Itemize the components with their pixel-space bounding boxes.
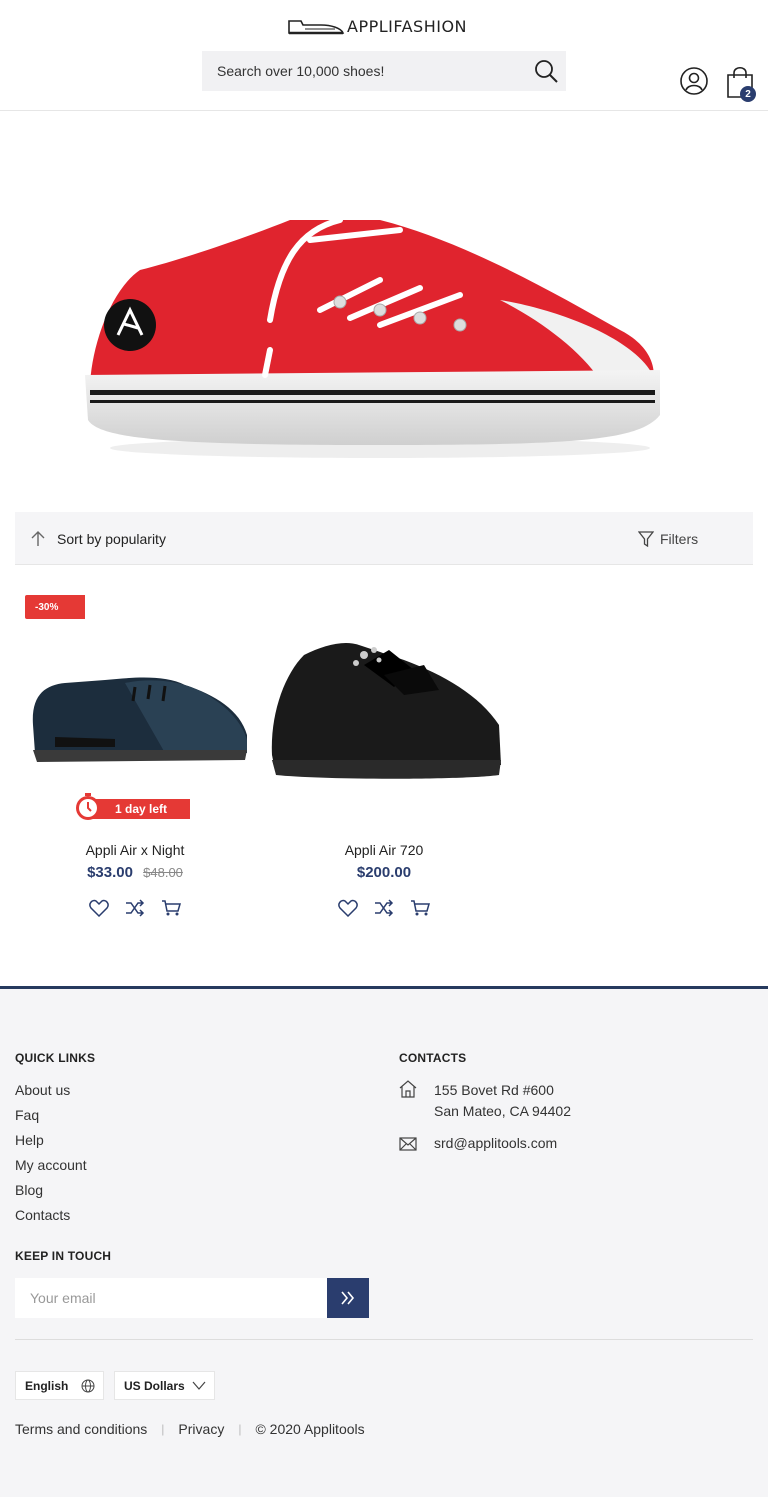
footer-link-contacts[interactable]: Contacts xyxy=(15,1207,87,1232)
countdown-timer: 1 day left xyxy=(75,792,190,820)
currency-selector[interactable]: US Dollars xyxy=(114,1371,215,1400)
language-selector[interactable]: English xyxy=(15,1371,104,1400)
shuffle-icon xyxy=(375,899,394,917)
old-price: $48.00 xyxy=(143,865,183,880)
compare-button[interactable] xyxy=(125,898,145,918)
product-card[interactable]: -30% 1 day left Appli Air x Night $33.00… xyxy=(15,590,255,930)
quick-links-list: About us Faq Help My account Blog Contac… xyxy=(15,1082,87,1232)
contacts-title: CONTACTS xyxy=(399,1051,467,1065)
add-to-wishlist-button[interactable] xyxy=(338,898,358,918)
chevron-down-icon xyxy=(192,1381,206,1390)
sort-arrow-up-icon xyxy=(31,530,45,546)
logo[interactable]: APPLIFASHION xyxy=(287,14,481,38)
address: 155 Bovet Rd #600 San Mateo, CA 94402 xyxy=(399,1080,571,1122)
cart-count-badge: 2 xyxy=(740,86,756,102)
currency-label: US Dollars xyxy=(124,1378,185,1393)
footer-link-help[interactable]: Help xyxy=(15,1132,87,1157)
product-name[interactable]: Appli Air 720 xyxy=(264,842,504,858)
globe-icon xyxy=(81,1379,95,1393)
countdown-label: 1 day left xyxy=(88,799,190,819)
site-header: APPLIFASHION 2 xyxy=(0,0,768,111)
cart-add-icon xyxy=(411,900,430,916)
discount-badge: -30% xyxy=(25,595,85,619)
shoe-logo-icon xyxy=(288,20,345,35)
double-chevron-right-icon xyxy=(341,1291,355,1305)
search-icon xyxy=(535,60,558,83)
newsletter-form xyxy=(15,1278,369,1318)
product-image-appli-air-720[interactable] xyxy=(264,615,504,805)
footer-link-about-us[interactable]: About us xyxy=(15,1082,87,1107)
filters-button[interactable]: Filters xyxy=(638,512,698,565)
stopwatch-icon xyxy=(76,793,100,820)
filter-funnel-icon xyxy=(638,530,654,547)
add-to-cart-button[interactable] xyxy=(410,898,430,918)
user-icon[interactable] xyxy=(679,66,709,96)
current-price: $200.00 xyxy=(356,864,412,881)
search-button[interactable] xyxy=(526,51,566,91)
add-to-cart-button[interactable] xyxy=(161,898,181,918)
product-name[interactable]: Appli Air x Night xyxy=(15,842,255,858)
sort-filter-bar: Sort by popularity Filters xyxy=(15,512,753,565)
contact-email[interactable]: srd@applitools.com xyxy=(434,1133,557,1154)
compare-button[interactable] xyxy=(374,898,394,918)
home-icon xyxy=(399,1080,417,1098)
add-to-wishlist-button[interactable] xyxy=(89,898,109,918)
footer-divider xyxy=(15,1339,753,1340)
email-contact: srd@applitools.com xyxy=(399,1135,557,1154)
newsletter-email-input[interactable] xyxy=(15,1278,327,1318)
separator: | xyxy=(161,1422,165,1436)
subscribe-button[interactable] xyxy=(327,1278,369,1318)
logo-text: APPLIFASHION xyxy=(347,16,468,36)
sort-dropdown[interactable]: Sort by popularity xyxy=(31,512,166,565)
current-price: $33.00 xyxy=(87,864,133,881)
search-bar xyxy=(202,51,566,91)
copyright: © 2020 Applitools xyxy=(255,1421,365,1437)
address-line-2: San Mateo, CA 94402 xyxy=(434,1103,571,1119)
sort-label: Sort by popularity xyxy=(57,530,166,547)
address-line-1: 155 Bovet Rd #600 xyxy=(434,1082,554,1098)
envelope-icon xyxy=(399,1137,417,1151)
product-price: $33.00 $48.00 xyxy=(15,864,255,881)
product-actions xyxy=(15,898,255,918)
separator: | xyxy=(238,1422,242,1436)
footer-link-blog[interactable]: Blog xyxy=(15,1182,87,1207)
keep-in-touch-title: KEEP IN TOUCH xyxy=(15,1249,112,1263)
terms-link[interactable]: Terms and conditions xyxy=(15,1421,147,1437)
footer-link-my-account[interactable]: My account xyxy=(15,1157,87,1182)
privacy-link[interactable]: Privacy xyxy=(178,1421,224,1437)
red-sneaker-banner-image xyxy=(85,217,660,458)
quick-links-title: QUICK LINKS xyxy=(15,1051,96,1065)
search-input[interactable] xyxy=(202,51,522,91)
legal-links: Terms and conditions | Privacy | © 2020 … xyxy=(15,1421,365,1437)
product-actions xyxy=(264,898,504,918)
product-card[interactable]: Appli Air 720 $200.00 xyxy=(264,590,504,930)
heart-icon xyxy=(338,899,358,917)
site-footer: QUICK LINKS About us Faq Help My account… xyxy=(0,986,768,1497)
shuffle-icon xyxy=(126,899,145,917)
footer-link-faq[interactable]: Faq xyxy=(15,1107,87,1132)
heart-icon xyxy=(89,899,109,917)
language-label: English xyxy=(25,1378,69,1393)
product-price: $200.00 xyxy=(264,864,504,881)
product-image-appli-air-x-night[interactable] xyxy=(15,615,255,805)
filters-label: Filters xyxy=(660,530,699,547)
cart-add-icon xyxy=(162,900,181,916)
